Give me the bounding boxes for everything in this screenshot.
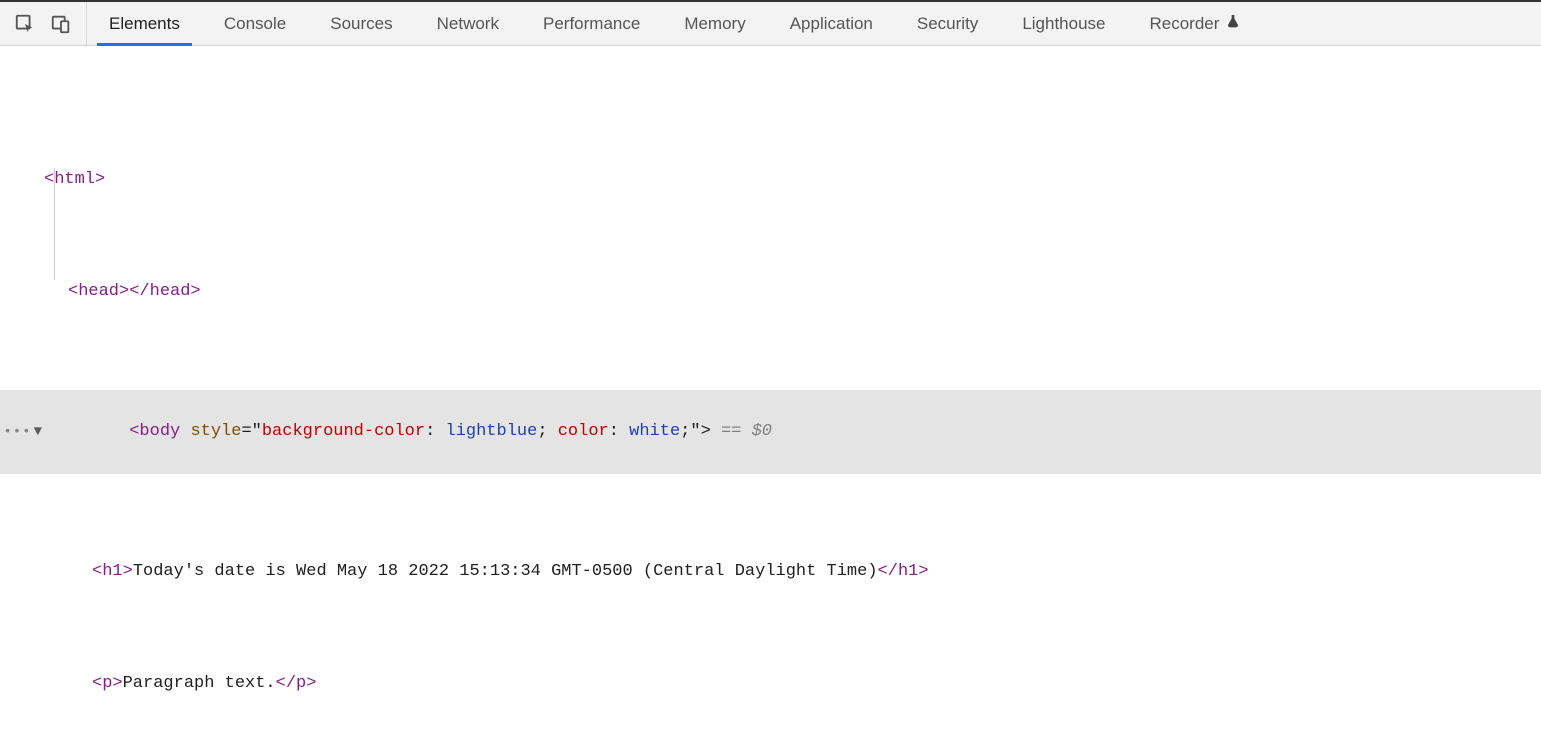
css-val: lightblue (446, 422, 538, 441)
dom-node-h1[interactable]: <h1>Today's date is Wed May 18 2022 15:1… (0, 558, 1541, 586)
tab-recorder[interactable]: Recorder (1128, 2, 1264, 45)
tab-elements[interactable]: Elements (87, 2, 202, 45)
tab-label: Console (224, 14, 286, 34)
tab-label: Recorder (1150, 14, 1220, 34)
css-prop: color (558, 422, 609, 441)
dom-node-body[interactable]: ••• ▼ <body style="background-color: lig… (0, 390, 1541, 474)
tag-text: <body (129, 422, 180, 441)
tab-label: Sources (330, 14, 392, 34)
tab-application[interactable]: Application (768, 2, 895, 45)
tag-text: </p> (276, 674, 317, 693)
punct: : (425, 422, 445, 441)
tab-sources[interactable]: Sources (308, 2, 414, 45)
selected-node-annotation: == $0 (711, 422, 772, 441)
css-prop: background-color (262, 422, 425, 441)
dom-node-p[interactable]: <p>Paragraph text.</p> (0, 670, 1541, 698)
text-content: Today's date is Wed May 18 2022 15:13:34… (133, 562, 878, 581)
tab-security[interactable]: Security (895, 2, 1000, 45)
dom-node-html[interactable]: <html> (0, 166, 1541, 194)
punct: ;"> (680, 422, 711, 441)
tag-text: <h1> (92, 562, 133, 581)
text-content: Paragraph text. (123, 674, 276, 693)
tag-text: </h1> (878, 562, 929, 581)
tab-label: Performance (543, 14, 640, 34)
punct: : (609, 422, 629, 441)
tab-label: Application (790, 14, 873, 34)
inspect-element-icon[interactable] (14, 13, 36, 35)
punct: =" (241, 422, 261, 441)
dom-node-head[interactable]: <head></head> (0, 278, 1541, 306)
device-toggle-icon[interactable] (50, 13, 72, 35)
devtools-toolbar: Elements Console Sources Network Perform… (0, 0, 1541, 46)
flask-icon (1225, 13, 1241, 34)
breadcrumb-dots-icon[interactable]: ••• (3, 418, 31, 446)
tab-label: Security (917, 14, 978, 34)
punct: ; (537, 422, 557, 441)
tag-text: <head></head> (68, 282, 201, 301)
indent-guide (54, 168, 55, 280)
tab-label: Memory (684, 14, 745, 34)
tab-lighthouse[interactable]: Lighthouse (1000, 2, 1127, 45)
tab-label: Network (437, 14, 499, 34)
toolbar-icon-group (0, 2, 87, 45)
tab-label: Elements (109, 14, 180, 34)
elements-panel: <html> <head></head> ••• ▼ <body style="… (0, 46, 1541, 730)
tag-text: <p> (92, 674, 123, 693)
devtools-tabs: Elements Console Sources Network Perform… (87, 2, 1263, 45)
expand-toggle-icon[interactable]: ▼ (34, 418, 42, 446)
attr-name: style (190, 422, 241, 441)
tab-network[interactable]: Network (415, 2, 521, 45)
tab-performance[interactable]: Performance (521, 2, 662, 45)
tab-label: Lighthouse (1022, 14, 1105, 34)
tab-console[interactable]: Console (202, 2, 308, 45)
css-val: white (629, 422, 680, 441)
tab-memory[interactable]: Memory (662, 2, 767, 45)
